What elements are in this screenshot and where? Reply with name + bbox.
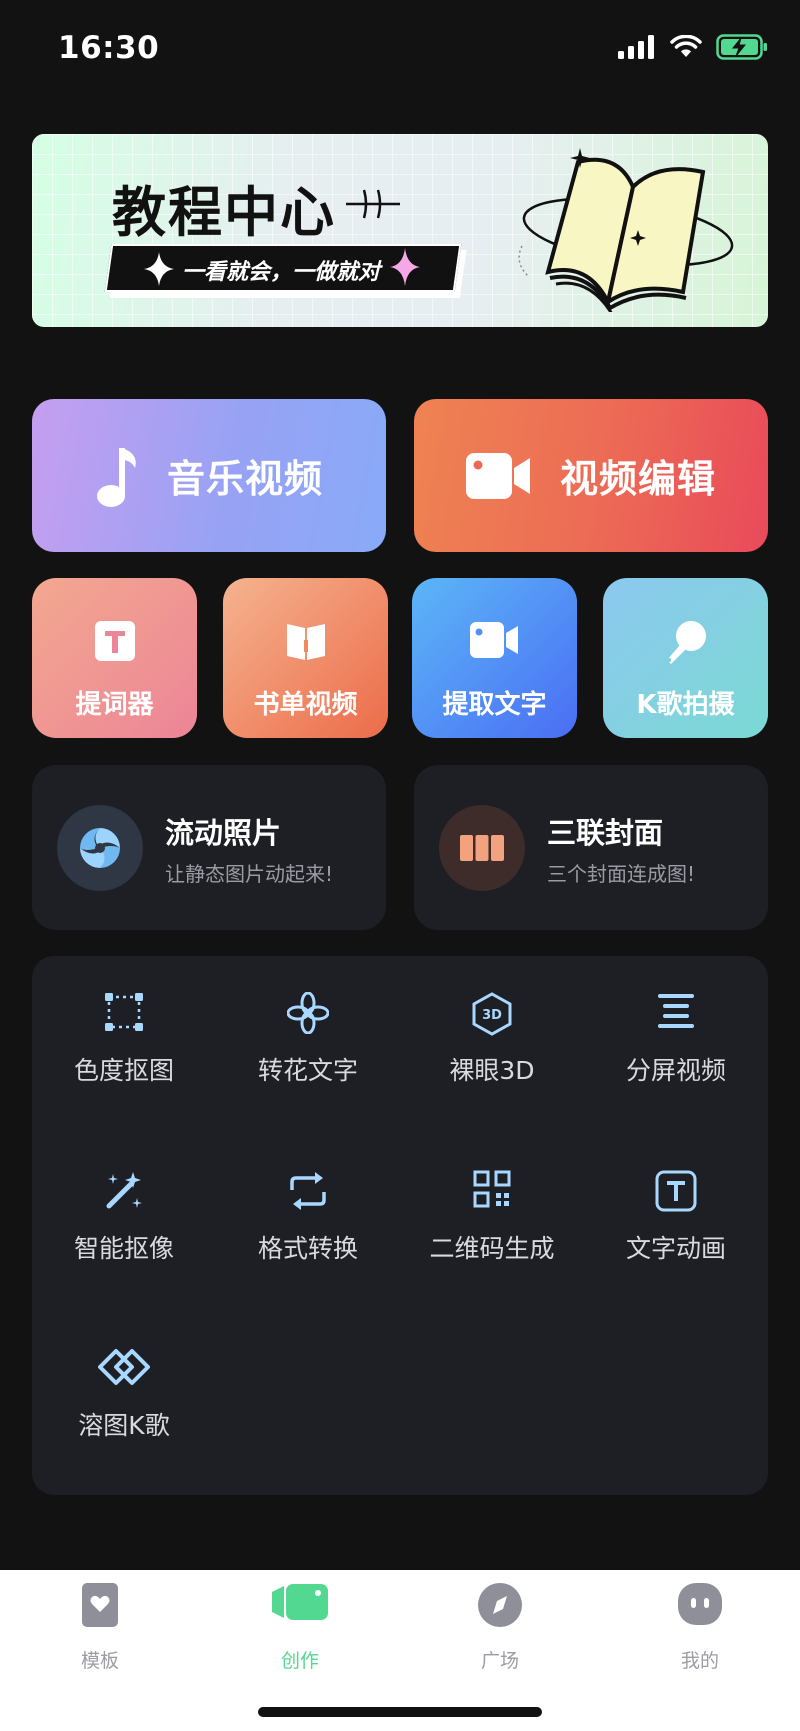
music-video-label: 音乐视频 [166,457,323,501]
tool-blend-karaoke[interactable]: 溶图K歌 [32,1311,216,1461]
flowing-photo-title: 流动照片 [165,816,282,850]
status-bar: 16:30 [0,0,800,96]
triple-cover-subtitle: 三个封面连成图! [547,862,696,886]
wifi-icon [670,35,702,57]
tool-chroma-key[interactable]: 色度抠图 [32,956,216,1106]
text-t-icon [94,621,135,661]
booklist-video-label: 书单视频 [253,690,358,720]
book-icon [286,624,325,660]
microphone-icon [666,621,706,664]
tab-templates-label: 模板 [80,1650,119,1672]
magic-wand-icon [106,1172,142,1209]
svg-text:3D: 3D [482,1008,502,1023]
tools-panel: 色度抠图 转花文字 3D 裸眼3D 分屏视频 智能抠像 格式转换 二维码生成 文… [32,956,768,1495]
tool-format-convert[interactable]: 格式转换 [216,1134,400,1284]
teleprompter-label: 提词器 [75,690,154,720]
tool-naked-eye-3d-label: 裸眼3D [449,1056,535,1085]
template-heart-icon [82,1583,118,1627]
music-note-icon [96,447,136,507]
status-icons [618,34,768,60]
music-video-button[interactable]: 音乐视频 [32,399,386,552]
tab-mine-label: 我的 [680,1650,719,1672]
compass-icon [478,1583,522,1627]
flower-text-icon [287,992,329,1034]
booklist-video-tile[interactable]: 书单视频 [223,578,388,738]
video-edit-label: 视频编辑 [559,457,716,501]
text-box-icon [655,1170,697,1212]
open-book-illustration [518,148,734,312]
tool-format-convert-label: 格式转换 [257,1234,358,1263]
tool-naked-eye-3d[interactable]: 3D 裸眼3D [400,956,584,1106]
triple-cover-icon-circle [439,805,525,891]
crop-frame-icon [105,993,143,1031]
tab-create[interactable]: 创作 [200,1570,400,1690]
extract-text-tile[interactable]: 提取文字 [412,578,577,738]
convert-loop-icon [290,1172,326,1210]
karaoke-shoot-label: K歌拍摄 [636,690,735,720]
camera-icon [469,622,518,658]
triptych-icon [460,835,504,861]
tool-split-screen[interactable]: 分屏视频 [584,956,768,1106]
tool-split-screen-label: 分屏视频 [625,1056,726,1085]
tutorial-center-banner[interactable]: 教程中心 一看就会，一做就对 [32,134,768,327]
home-indicator[interactable] [258,1707,542,1717]
triple-cover-card[interactable]: 三联封面 三个封面连成图! [414,765,768,930]
flowing-photo-icon-circle [57,805,143,891]
cellular-signal-icon [618,35,654,59]
tool-text-animation[interactable]: 文字动画 [584,1134,768,1284]
tab-square[interactable]: 广场 [400,1570,600,1690]
create-camera-icon [272,1584,328,1620]
banner-subtitle: 一看就会，一做就对 [182,260,381,285]
sparkle-pink-icon [390,248,420,286]
tool-blend-karaoke-label: 溶图K歌 [78,1411,170,1440]
tool-flower-text[interactable]: 转花文字 [216,956,400,1106]
karaoke-shoot-tile[interactable]: K歌拍摄 [603,578,768,738]
video-edit-button[interactable]: 视频编辑 [414,399,768,552]
tool-smart-cutout-label: 智能抠像 [73,1234,174,1263]
tool-text-animation-label: 文字动画 [625,1234,726,1263]
split-lines-icon [658,994,694,1028]
tool-qr-generate[interactable]: 二维码生成 [400,1134,584,1284]
swirl-icon [80,828,120,868]
sparkle-white-icon [144,252,174,286]
status-time: 16:30 [58,30,160,66]
hexagon-3d-icon: 3D [472,992,512,1036]
flowing-photo-subtitle: 让静态图片动起来! [165,862,334,886]
profile-face-icon [678,1583,722,1625]
flowing-photo-card[interactable]: 流动照片 让静态图片动起来! [32,765,386,930]
triple-cover-title: 三联封面 [547,816,664,850]
tab-mine[interactable]: 我的 [600,1570,800,1690]
tab-templates[interactable]: 模板 [0,1570,200,1690]
tool-smart-cutout[interactable]: 智能抠像 [32,1134,216,1284]
blend-diamond-icon [98,1349,150,1385]
qr-code-icon [473,1170,511,1208]
tab-square-label: 广场 [480,1650,519,1672]
tool-chroma-key-label: 色度抠图 [73,1056,174,1085]
battery-charging-icon [716,34,767,60]
extract-text-label: 提取文字 [442,690,547,720]
sparkle-arrows-icon [346,189,400,219]
tool-flower-text-label: 转花文字 [257,1056,358,1085]
tab-create-label: 创作 [280,1650,319,1672]
video-camera-icon [465,452,530,499]
tool-qr-generate-label: 二维码生成 [429,1234,555,1263]
banner-title: 教程中心 [112,181,336,244]
teleprompter-tile[interactable]: 提词器 [32,578,197,738]
